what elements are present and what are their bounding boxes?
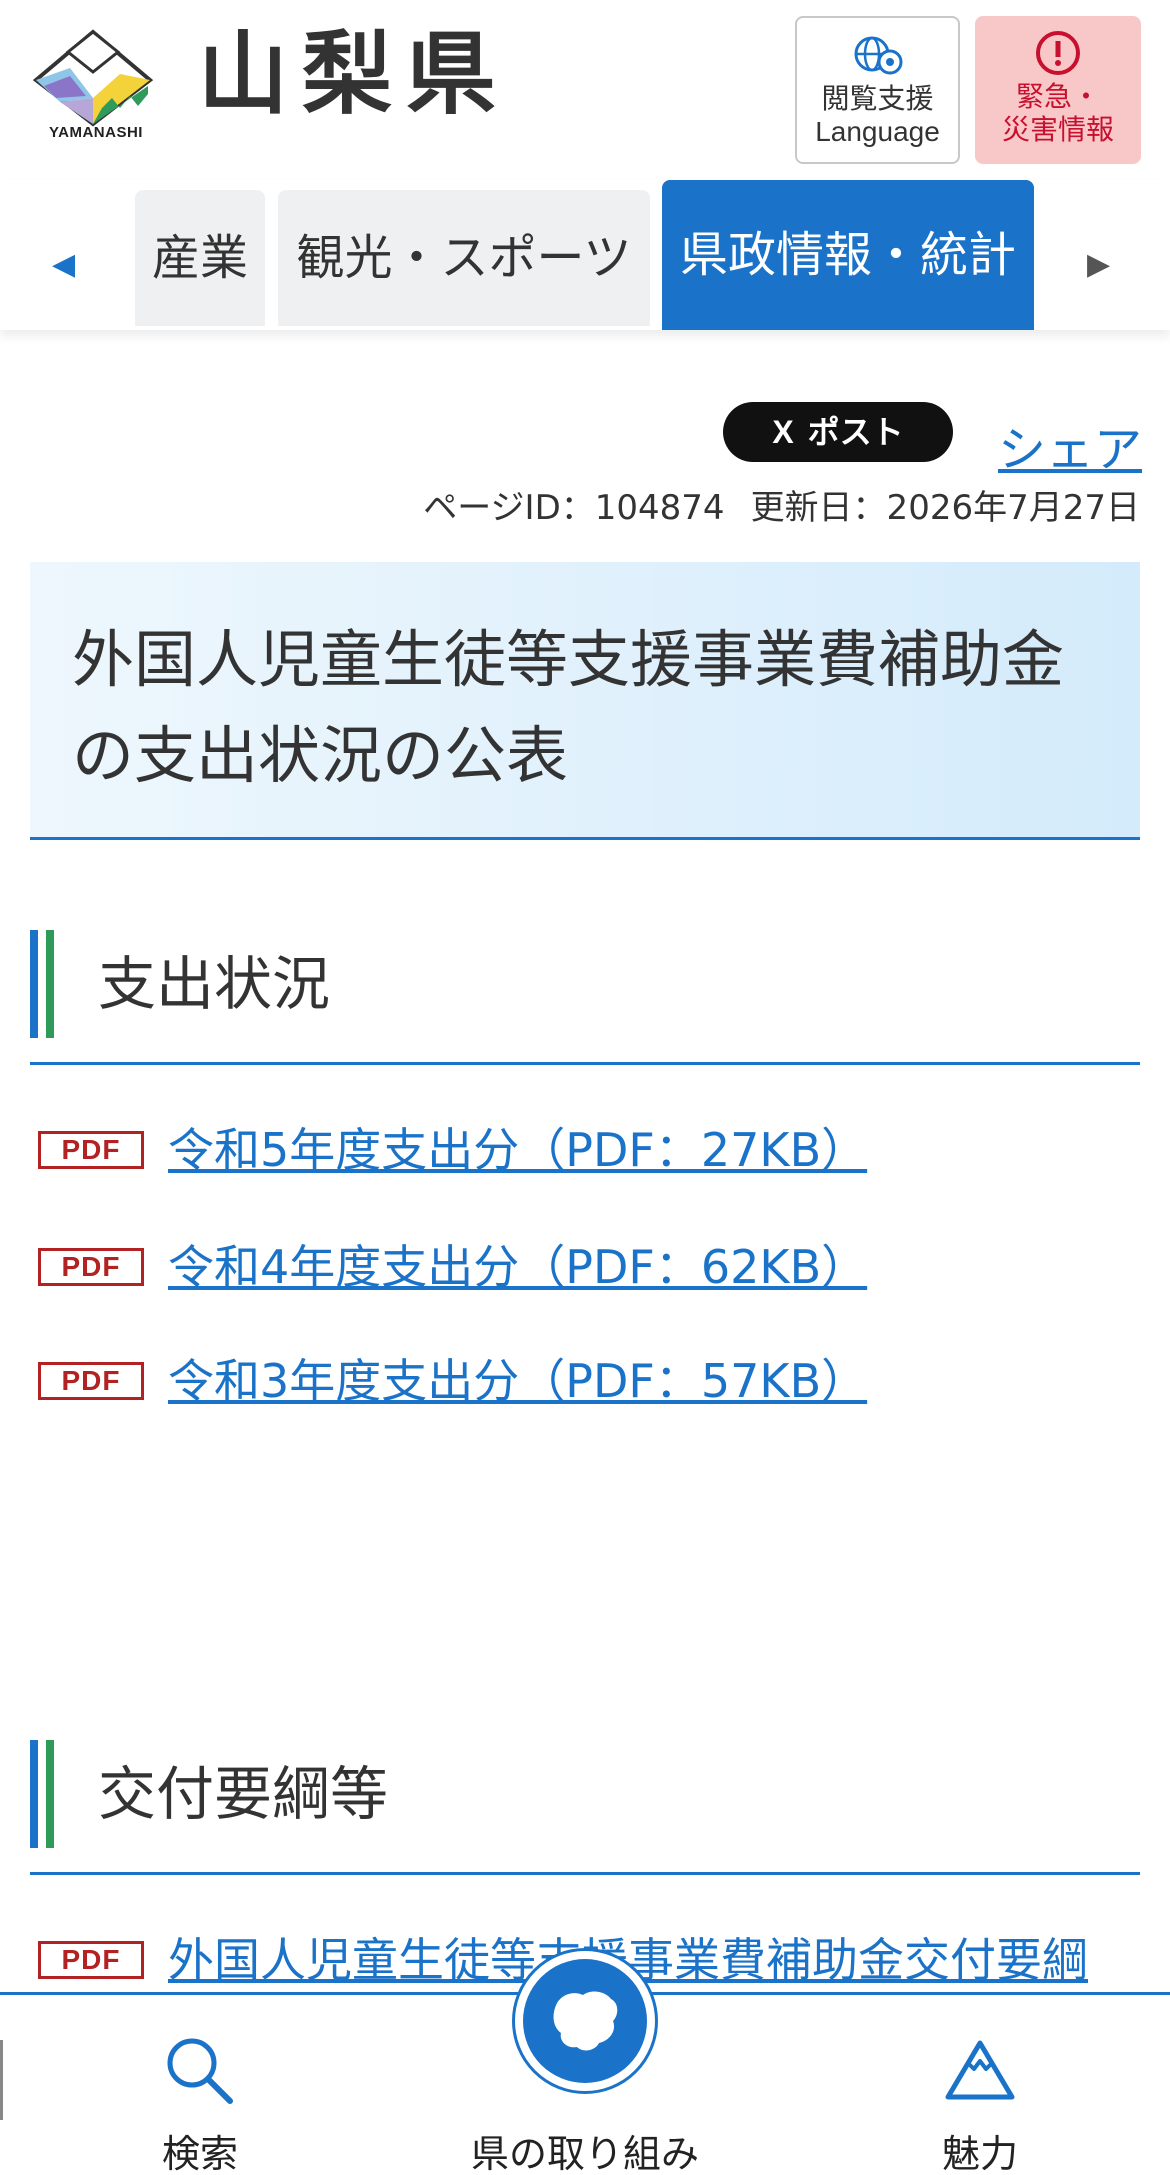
bottom-nav-charm[interactable]: 魅力 — [900, 1995, 1060, 2175]
section-heading-text: 支出状況 — [98, 950, 331, 1018]
site-header: YAMANASHI 山梨県 閲覧支援 Language 緊急・ 災害情報 — [0, 0, 1170, 180]
mountain-icon — [945, 2040, 1015, 2100]
page-title: 外国人児童生徒等支援事業費補助金の支出状況の公表 — [72, 623, 1065, 792]
search-label: 検索 — [161, 2132, 238, 2175]
lang-button-line1: 閲覧支援 — [821, 82, 934, 115]
prefecture-name: 山梨県 — [198, 22, 510, 127]
heading-accent-bar-green — [46, 930, 54, 1038]
nav-next-arrow-icon[interactable]: ▶ — [1087, 250, 1110, 280]
section-heading-expenditure: 支出状況 — [30, 930, 1140, 1065]
pdf-link-r3[interactable]: 令和3年度支出分（PDF：57KB） — [168, 1346, 867, 1416]
initiatives-label: 県の取り組み — [470, 2132, 699, 2175]
emergency-button-line2: 災害情報 — [1001, 113, 1114, 146]
search-icon — [167, 2038, 233, 2104]
pdf-icon: PDF — [38, 1131, 144, 1169]
logo-caption: YAMANASHI — [49, 124, 143, 141]
nav-tab-industry[interactable]: 産業 — [135, 190, 265, 326]
lang-button-line2: Language — [815, 116, 940, 147]
x-post-button[interactable]: X ポスト — [723, 402, 953, 462]
updated-date: 更新日：2026年7月27日 — [750, 488, 1140, 528]
edge-handle — [0, 2040, 3, 2120]
page-title-box: 外国人児童生徒等支援事業費補助金の支出状況の公表 — [30, 562, 1140, 840]
heading-accent-bar-blue — [30, 930, 38, 1038]
nav-prev-arrow-icon[interactable]: ◀ — [52, 250, 75, 280]
page-id: ページID：104874 — [423, 488, 725, 528]
yamanashi-logo[interactable]: YAMANASHI — [30, 28, 160, 143]
heading-accent-bar-blue — [30, 1740, 38, 1848]
alert-circle-icon — [1036, 31, 1080, 75]
yamanashi-map-icon — [553, 1991, 618, 2051]
emergency-button-line1: 緊急・ — [1015, 80, 1100, 113]
pdf-icon: PDF — [38, 1941, 144, 1979]
x-logo-icon: X — [772, 414, 794, 450]
initiatives-circle-inner — [523, 1959, 647, 2083]
bottom-nav-search[interactable]: 検索 — [120, 1995, 280, 2175]
global-nav: ◀ 産業 観光・スポーツ 県政情報・統計 ▶ — [0, 180, 1170, 330]
post-label: ポスト — [807, 413, 904, 451]
nav-tab-tourism-sports[interactable]: 観光・スポーツ — [278, 190, 650, 326]
nav-tab-prefectural-info[interactable]: 県政情報・統計 — [662, 180, 1034, 330]
pdf-link-r4[interactable]: 令和4年度支出分（PDF：62KB） — [168, 1232, 867, 1302]
heading-accent-bar-green — [46, 1740, 54, 1848]
emergency-info-button[interactable]: 緊急・ 災害情報 — [975, 16, 1141, 164]
pdf-icon: PDF — [38, 1362, 144, 1400]
accessibility-language-button[interactable]: 閲覧支援 Language — [795, 16, 960, 164]
charm-label: 魅力 — [941, 2132, 1018, 2175]
gear-globe-icon — [854, 36, 902, 75]
pdf-link-r5[interactable]: 令和5年度支出分（PDF：27KB） — [168, 1115, 867, 1185]
section-heading-text: 交付要綱等 — [98, 1760, 389, 1828]
mountain-logo-icon — [32, 29, 154, 127]
section-heading-grant-guidelines: 交付要綱等 — [30, 1740, 1140, 1875]
page-meta: ページID：104874 更新日：2026年7月27日 — [423, 480, 1140, 529]
share-link[interactable]: シェア — [998, 410, 1142, 480]
pdf-icon: PDF — [38, 1248, 144, 1286]
initiatives-circle-button[interactable] — [512, 1948, 658, 2094]
